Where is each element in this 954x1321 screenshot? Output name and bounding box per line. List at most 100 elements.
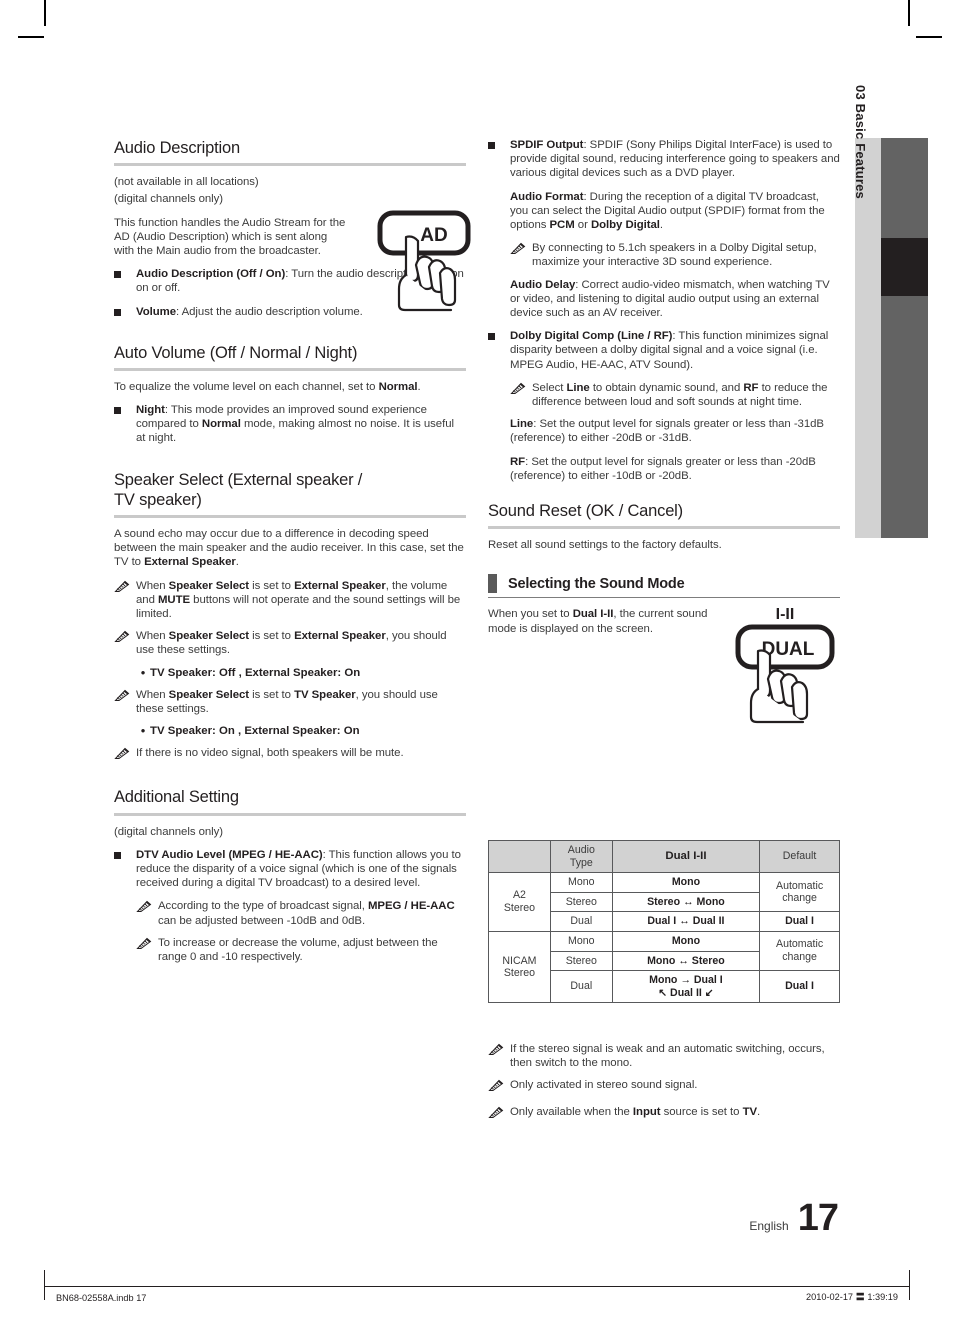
line-text: : Set the output level for signals great… [510,418,824,445]
table-cell-group-nicam: NICAM Stereo [488,930,551,1004]
footer-rule [44,1286,910,1287]
note-external-speaker-settings: When Speaker Select is set to External S… [114,629,466,657]
heading-rule [114,163,466,167]
note-line: Line [566,381,590,394]
intro-bold: External Speaker [144,556,236,569]
header-audio-line2: Type [569,856,593,869]
table-header-row: Audio Type Dual I-II Default [488,839,840,874]
square-bullet-icon [114,305,136,319]
table-cell-dual: Stereo ↔ Mono [611,891,761,913]
dot-bullet-icon: • [140,664,146,680]
section-audio-description: Audio Description (not available in all … [114,138,471,319]
speaker-select-intro: A sound echo may occur due to a differen… [114,527,466,570]
square-bullet-icon [488,329,510,372]
audio-format-paragraph: Audio Format: During the reception of a … [510,190,840,233]
footer-rule-left-tick [44,1270,45,1300]
note-text: According to the type of broadcast signa… [158,899,466,927]
note-text: If there is no video signal, both speake… [136,747,404,760]
bullet-night-mode: Night: This mode provides an improved so… [114,403,466,446]
heading-auto-volume: Auto Volume (Off / Normal / Night) [114,343,358,362]
sound-mode-intro: When you set to Dual I-II, the current s… [488,607,710,635]
chapter-tab-label: 03 Basic Features [853,85,868,199]
rf-paragraph: RF: Set the output level for signals gre… [510,455,840,483]
note-a: Select [532,381,567,394]
audio-delay-paragraph: Audio Delay: Correct audio-video mismatc… [510,278,840,321]
note-text-c: can be adjusted between -10dB and 0dB. [158,914,366,927]
bullet-label: Audio Description (Off / On) [136,268,286,281]
dual-button-illustration: I-II DUAL [728,597,844,725]
heading-line-1: Speaker Select (External speaker / [114,470,363,489]
table-cell-default: Dual I [759,911,840,932]
table-row: NICAM Stereo Mono Mono Automatic change [488,930,840,1004]
footer-filename: BN68-02558A.indb 17 [56,1293,147,1303]
heading-rule [114,367,466,371]
auto-volume-intro: To equalize the volume level on each cha… [114,380,466,394]
table-cell-dual: Mono ↔ Stereo [611,950,761,972]
heading-speaker-select: Speaker Select (External speaker / TV spe… [114,470,466,510]
note-part-tv: TV [742,1106,758,1119]
note-part-input: Input [632,1106,661,1119]
section-sound-reset: Sound Reset (OK / Cancel) Reset all soun… [488,501,840,552]
pencil-note-icon [136,936,158,964]
pencil-note-icon [488,1042,510,1070]
table-header-blank [488,839,551,874]
note-part-4: . [757,1106,761,1119]
right-column: SPDIF Output: SPDIF (Sony Philips Digita… [488,138,840,733]
table-cell-audio-type: Stereo [549,891,613,913]
language-label: English [749,1219,789,1233]
crop-mark-top-left-horizontal [18,36,44,38]
pencil-note-icon [114,746,136,765]
heading-line-2: TV speaker) [114,490,202,509]
bullet-label: Night [136,404,165,417]
note-line-rf-selection: Select Line to obtain dynamic sound, and… [510,381,840,409]
default-auto-line2: change [782,951,817,964]
default-auto-line1: Automatic [776,879,824,892]
group-a2-line1: A2 [512,889,526,902]
pencil-note-icon [114,579,136,622]
table-cell-dual: Mono [611,930,761,952]
table-cell-dual: Mono [611,872,761,893]
subheading-label: Selecting the Sound Mode [508,575,685,592]
sound-reset-text: Reset all sound settings to the factory … [488,539,722,552]
table-header-dual: Dual I-II [611,839,761,874]
bullet-text-bold: Normal [201,418,241,431]
table-cell-default-auto: Automatic change [759,872,840,913]
group-nicam-line1: NICAM [502,954,537,967]
audio-format-pcm: PCM [549,219,575,232]
dot-text: TV Speaker: On , External Speaker: On [150,725,360,738]
note-weak-stereo-signal: If the stereo signal is weak and an auto… [488,1042,840,1070]
subheading-selecting-sound-mode: Selecting the Sound Mode [488,574,840,594]
crop-mark-top-right-vertical [908,0,910,26]
table-cell-group-a2: A2 Stereo [488,872,551,932]
note-text: When Speaker Select is set to TV Speaker… [136,688,438,715]
note-stereo-only: Only activated in stereo sound signal. [488,1078,840,1097]
note-input-tv-only: Only available when the Input source is … [488,1105,840,1124]
table-cell-audio-type: Stereo [549,950,613,972]
note-text: Only activated in stereo sound signal. [510,1079,698,1092]
table-row: A2 Stereo Mono Mono Automatic change [488,872,840,932]
pencil-note-icon [488,1078,510,1097]
note-part-2: source is set to [660,1106,743,1119]
table-header-default: Default [759,839,840,874]
intro-c: . [235,556,239,569]
section-speaker-select: Speaker Select (External speaker / TV spe… [114,470,466,766]
square-bullet-icon [488,138,510,181]
svg-text:I-II: I-II [776,606,795,623]
note-not-available: (not available in all locations) [114,176,259,189]
table-cell-audio-type: Dual [549,911,613,932]
ad-button-illustration: AD [376,207,484,315]
note-tv-speaker-settings: When Speaker Select is set to TV Speaker… [114,688,466,716]
auto-volume-intro-a: To equalize the volume level on each cha… [114,380,379,393]
heading-sound-reset: Sound Reset (OK / Cancel) [488,502,683,521]
note-text: Only available when the Input source is … [510,1105,760,1124]
chapter-side-tab: 03 Basic Features [853,85,928,538]
square-bullet-icon [114,267,136,295]
rf-label: RF [510,455,526,468]
section-auto-volume: Auto Volume (Off / Normal / Night) To eq… [114,343,466,446]
pencil-note-icon [510,241,532,269]
note-text: When Speaker Select is set to External S… [136,579,461,620]
table-cell-audio-type: Mono [549,872,613,893]
heading-rule [114,514,466,518]
header-audio-line1: Audio [567,844,595,856]
note-c: to obtain dynamic sound, and [589,381,744,394]
